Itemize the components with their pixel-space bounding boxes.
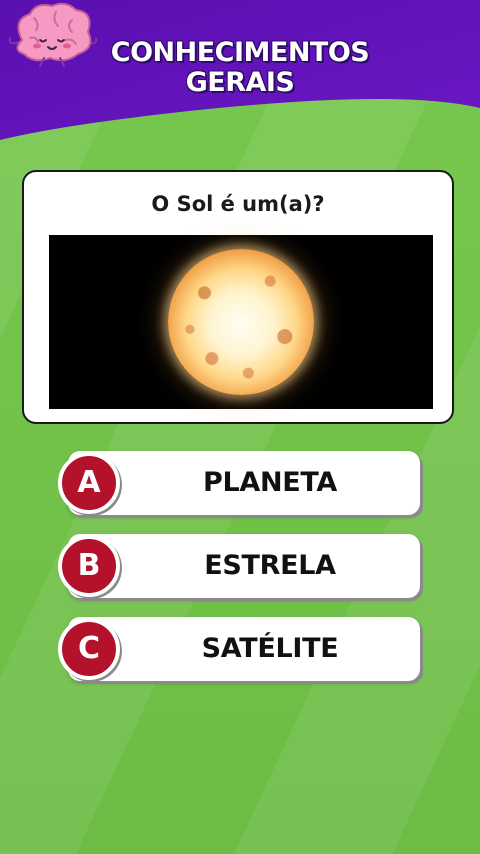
sun-icon (168, 249, 314, 395)
answer-letter-badge[interactable]: C (58, 618, 120, 680)
answer-option-c[interactable]: SATÉLITE C (58, 617, 422, 683)
answer-option-b[interactable]: ESTRELA B (58, 534, 422, 600)
question-card: O Sol é um(a)? (22, 170, 454, 424)
answer-letter-badge[interactable]: B (58, 535, 120, 597)
answer-letter: C (77, 631, 101, 666)
sun-photo (49, 235, 433, 409)
question-text: O Sol é um(a)? (151, 192, 325, 216)
answer-letter-badge[interactable]: A (58, 452, 120, 514)
answer-option-label[interactable]: PLANETA (120, 451, 420, 515)
header: CONHECIMENTOS GERAIS (0, 0, 480, 150)
app-title-line-2: GERAIS (185, 67, 295, 98)
answer-option-label[interactable]: ESTRELA (120, 534, 420, 598)
answer-option-a[interactable]: PLANETA A (58, 451, 422, 517)
answer-letter: A (77, 465, 101, 500)
app-title-line-1: CONHECIMENTOS (110, 37, 370, 68)
answer-option-label[interactable]: SATÉLITE (120, 617, 420, 681)
sun-surface (168, 249, 314, 395)
answer-letter: B (77, 548, 101, 583)
